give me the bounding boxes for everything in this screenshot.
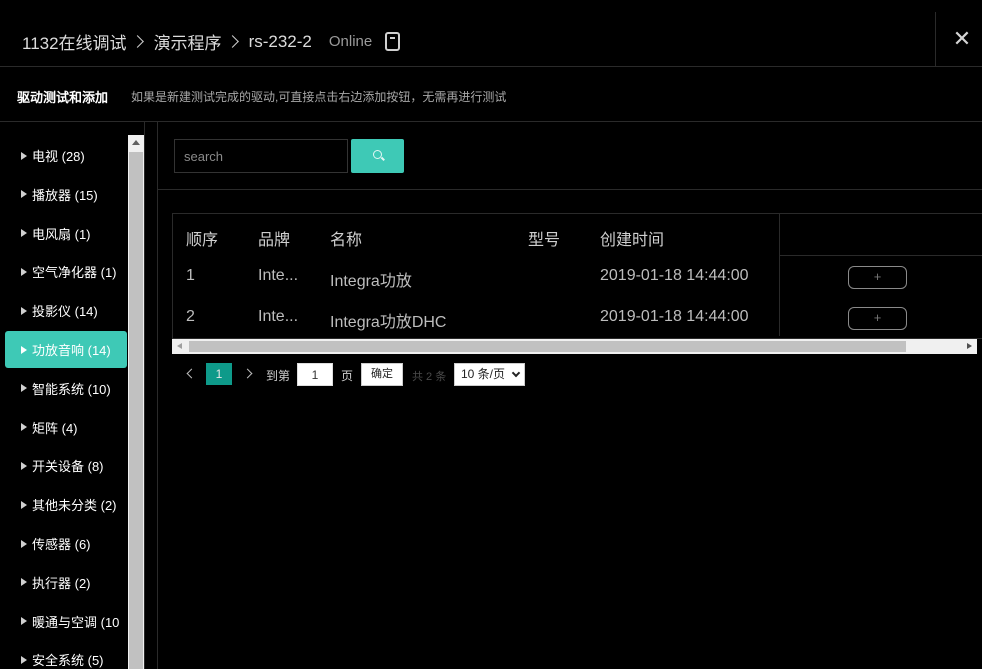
table-horizontal-scrollbar[interactable] bbox=[172, 339, 977, 354]
caret-right-icon bbox=[21, 578, 27, 587]
column-divider bbox=[779, 214, 780, 336]
cell-brand: Inte... bbox=[258, 267, 299, 284]
sidebar-item-label: 播放器 (15) bbox=[32, 187, 98, 203]
chevron-right-icon bbox=[130, 35, 144, 48]
goto-label: 到第 bbox=[266, 369, 291, 383]
sidebar-item-label: 投影仪 (14) bbox=[32, 304, 98, 320]
breadcrumb-item-port: rs-232-2 bbox=[248, 31, 312, 51]
sidebar-item[interactable]: 播放器 (15) bbox=[5, 176, 127, 213]
section-bar: 驱动测试和添加 如果是新建测试完成的驱动,可直接点击右边添加按钮，无需再进行测试 bbox=[0, 67, 982, 122]
confirm-button[interactable]: 确定 bbox=[361, 363, 403, 386]
device-icon[interactable] bbox=[385, 32, 400, 51]
sidebar-item[interactable]: 暖通与空调 (10 bbox=[5, 603, 127, 640]
scrollbar-thumb[interactable] bbox=[129, 152, 143, 669]
sidebar-item[interactable]: 投影仪 (14) bbox=[5, 292, 127, 329]
scrollbar-thumb[interactable] bbox=[189, 341, 906, 352]
caret-right-icon bbox=[21, 345, 27, 354]
sidebar-item-label: 矩阵 (4) bbox=[32, 420, 78, 436]
row-divider bbox=[779, 255, 982, 256]
sidebar-item[interactable]: 开关设备 (8) bbox=[5, 447, 127, 484]
sidebar-item-label: 暖通与空调 (10 bbox=[32, 614, 120, 630]
goto-page-input[interactable] bbox=[297, 363, 333, 386]
caret-right-icon bbox=[21, 539, 27, 548]
cell-brand: Inte... bbox=[258, 308, 299, 325]
breadcrumb-item-project[interactable]: 1132在线调试 bbox=[22, 29, 127, 54]
sidebar-item-label: 开关设备 (8) bbox=[32, 459, 104, 475]
cell-name: Integra功放DHC bbox=[330, 314, 447, 331]
caret-right-icon bbox=[21, 461, 27, 470]
divider bbox=[157, 122, 158, 669]
page-label: 页 bbox=[341, 369, 354, 383]
caret-right-icon bbox=[21, 306, 27, 315]
chevron-left-icon[interactable] bbox=[186, 368, 197, 379]
caret-right-icon bbox=[21, 229, 27, 238]
caret-right-icon bbox=[21, 190, 27, 199]
scroll-left-arrow-icon[interactable] bbox=[177, 343, 182, 349]
sidebar-item-label: 功放音响 (14) bbox=[32, 343, 111, 358]
caret-right-icon bbox=[21, 500, 27, 509]
cell-name: Integra功放 bbox=[330, 273, 412, 290]
cell-order: 1 bbox=[186, 267, 195, 284]
add-driver-button[interactable]: + bbox=[848, 266, 907, 289]
column-header-brand: 品牌 bbox=[258, 232, 291, 249]
scroll-up-arrow-icon[interactable] bbox=[132, 140, 140, 145]
search-button[interactable] bbox=[351, 139, 404, 173]
column-header-name: 名称 bbox=[330, 232, 363, 249]
column-header-created: 创建时间 bbox=[600, 232, 665, 249]
breadcrumb-item-program[interactable]: 演示程序 bbox=[154, 29, 222, 54]
breadcrumb: 1132在线调试 演示程序 rs-232-2 Online bbox=[22, 29, 372, 54]
sidebar-item-label: 空气净化器 (1) bbox=[32, 265, 117, 281]
sidebar-item-label: 电视 (28) bbox=[32, 149, 85, 164]
page-size-select[interactable]: 10 条/页 bbox=[454, 363, 525, 386]
sidebar-item-label: 安全系统 (5) bbox=[32, 653, 104, 669]
add-driver-button[interactable]: + bbox=[848, 307, 907, 330]
caret-right-icon bbox=[21, 267, 27, 276]
chevron-right-icon bbox=[225, 35, 239, 48]
section-hint: 如果是新建测试完成的驱动,可直接点击右边添加按钮，无需再进行测试 bbox=[131, 90, 507, 104]
cell-created: 2019-01-18 14:44:00 bbox=[600, 308, 749, 325]
pagination: 1 到第 页 确定 共 2 条 10 条/页 bbox=[0, 362, 982, 388]
sidebar-item-label: 执行器 (2) bbox=[32, 575, 91, 591]
column-header-model: 型号 bbox=[528, 232, 561, 249]
scroll-right-arrow-icon[interactable] bbox=[967, 343, 972, 349]
section-title: 驱动测试和添加 bbox=[17, 90, 109, 105]
category-sidebar: 电视 (28) 播放器 (15) 电风扇 (1) 空气净化器 (1) 投影仪 (14) 功… bbox=[0, 122, 145, 669]
chevron-right-icon[interactable] bbox=[242, 368, 253, 379]
sidebar-item[interactable]: 执行器 (2) bbox=[5, 564, 127, 601]
sidebar-item[interactable]: 电视 (28) bbox=[5, 137, 127, 174]
close-icon[interactable]: ✕ bbox=[950, 27, 974, 51]
page-size-value: 10 条/页 bbox=[461, 367, 506, 381]
sidebar-item[interactable]: 空气净化器 (1) bbox=[5, 253, 127, 290]
sidebar-item[interactable]: 电风扇 (1) bbox=[5, 215, 127, 252]
caret-right-icon bbox=[21, 617, 27, 626]
sidebar-scrollbar[interactable] bbox=[128, 135, 144, 669]
divider bbox=[158, 189, 982, 190]
caret-right-icon bbox=[21, 655, 27, 664]
total-count: 共 2 条 bbox=[412, 371, 447, 383]
search-icon bbox=[373, 150, 382, 159]
page-button-current[interactable]: 1 bbox=[206, 363, 232, 385]
cell-created: 2019-01-18 14:44:00 bbox=[600, 267, 749, 284]
modal-header: 1132在线调试 演示程序 rs-232-2 Online ✕ bbox=[0, 0, 982, 67]
caret-right-icon bbox=[21, 423, 27, 432]
sidebar-item-label: 电风扇 (1) bbox=[32, 226, 91, 242]
column-header-order: 顺序 bbox=[186, 232, 219, 249]
sidebar-item[interactable]: 安全系统 (5) bbox=[5, 641, 127, 669]
cell-order: 2 bbox=[186, 308, 195, 325]
caret-right-icon bbox=[21, 151, 27, 160]
sidebar-item[interactable]: 传感器 (6) bbox=[5, 525, 127, 562]
sidebar-item[interactable]: 矩阵 (4) bbox=[5, 409, 127, 446]
search-input[interactable] bbox=[174, 139, 348, 173]
chevron-down-icon bbox=[511, 368, 521, 378]
sidebar-item-label: 其他未分类 (2) bbox=[32, 498, 117, 514]
online-status: Online bbox=[328, 33, 373, 50]
sidebar-item-label: 传感器 (6) bbox=[32, 537, 91, 552]
driver-table: 顺序 品牌 名称 型号 创建时间 1 Inte... Integra功放 201… bbox=[172, 213, 982, 339]
category-list: 电视 (28) 播放器 (15) 电风扇 (1) 空气净化器 (1) 投影仪 (14) 功… bbox=[0, 122, 128, 669]
sidebar-item[interactable]: 其他未分类 (2) bbox=[5, 486, 127, 523]
